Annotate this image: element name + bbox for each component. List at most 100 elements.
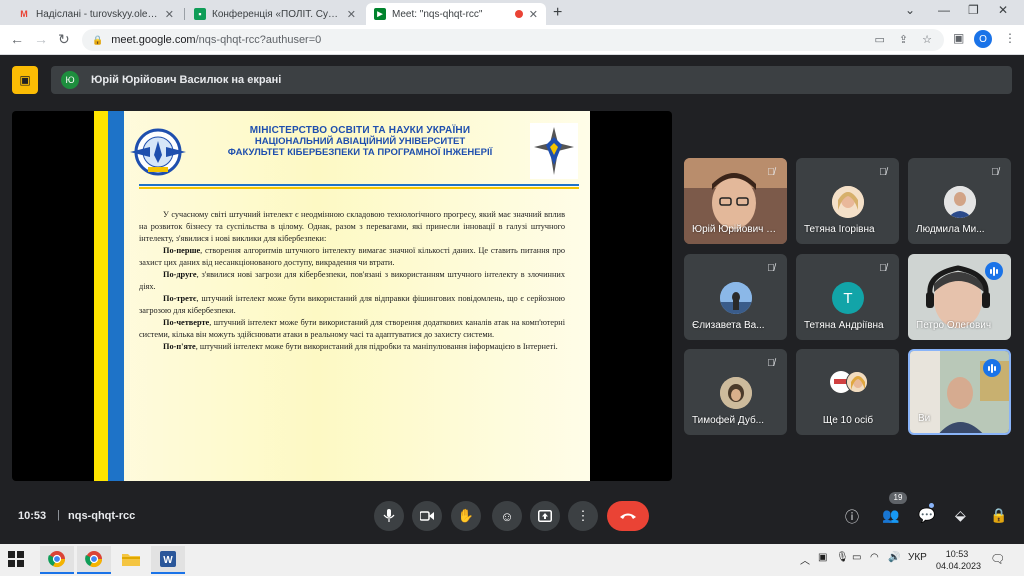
taskbar-file-explorer[interactable] xyxy=(114,546,148,574)
university-logo-icon xyxy=(130,128,186,176)
tray-mic-icon[interactable]: 🎙 xyxy=(836,552,849,563)
volume-icon[interactable]: 🔊 xyxy=(888,552,900,563)
meeting-details-icon[interactable]: ⓘ xyxy=(845,507,859,527)
clock-separator: | xyxy=(57,509,60,521)
taskbar-date: 04.04.2023 xyxy=(936,561,982,571)
participant-tile[interactable]: 🎙̸ Т Тетяна Андріївна xyxy=(796,254,899,340)
notifications-icon[interactable]: 🗨 xyxy=(990,552,1005,566)
slide-point-1: По-перше, створення алгоритмів штучного … xyxy=(139,245,565,269)
point-lead: По-друге xyxy=(163,270,197,279)
participants-icon[interactable]: 👥 xyxy=(882,507,899,524)
raise-hand-icon: ✋ xyxy=(457,508,475,523)
point-text: , створення алгоритмів штучного інтелект… xyxy=(139,246,565,267)
meet-control-bar: 10:53 | nqs-qhqt-rcc ✋ ☺ ⋮ ⓘ 👥 💬 ⬙ 🔒 xyxy=(0,495,1024,539)
presenting-text: Юрій Юрійович Василюк на екрані xyxy=(91,74,282,86)
speaking-indicator-icon xyxy=(983,359,1001,377)
reload-icon[interactable]: ↻ xyxy=(58,31,70,48)
mic-off-icon: 🎙̸ xyxy=(767,357,775,369)
address-bar[interactable]: 🔒 meet.google.com/nqs-qhqt-rcc?authuser=… xyxy=(82,29,944,51)
minimize-icon[interactable]: — xyxy=(938,3,950,17)
microphone-button[interactable] xyxy=(374,501,404,531)
taskbar-word[interactable]: W xyxy=(151,546,185,574)
participant-name: Тетяна Андріївна xyxy=(804,320,884,331)
chat-notification-dot xyxy=(929,503,934,508)
participant-tile-self[interactable]: Ви xyxy=(908,349,1011,435)
point-text: , штучний інтелект може бути використани… xyxy=(195,342,558,351)
present-screen-button[interactable] xyxy=(530,501,560,531)
url-path: /nqs-qhqt-rcc?authuser=0 xyxy=(195,34,322,46)
windows-taskbar: W ︿ ▣ 🎙 ▭ ◠ 🔊 УКР 10:53 04.04.2023 🗨 xyxy=(0,544,1024,576)
menu-kebab-icon[interactable]: ⋮ xyxy=(1004,31,1016,45)
language-indicator[interactable]: УКР xyxy=(908,552,927,563)
participant-tile[interactable]: 🎙̸ Юрій Юрійович Василюк xyxy=(684,158,787,244)
back-icon[interactable]: ← xyxy=(10,31,24,47)
camera-off-indicator-icon[interactable]: ▣ xyxy=(12,66,38,94)
close-tab-icon[interactable]: ✕ xyxy=(529,8,538,21)
participant-tile-group[interactable]: Ще 10 осіб xyxy=(796,349,899,435)
mic-off-icon: 🎙̸ xyxy=(879,166,887,178)
battery-icon[interactable]: ▭ xyxy=(852,552,861,563)
taskbar-chrome-1[interactable] xyxy=(40,546,74,574)
mic-off-icon: 🎙̸ xyxy=(991,166,999,178)
participant-tile[interactable]: 🎙̸ Людмила Ми... xyxy=(908,158,1011,244)
new-tab-button[interactable]: + xyxy=(553,4,562,22)
forward-icon[interactable]: → xyxy=(34,31,48,47)
participant-name: Петро Олегович xyxy=(916,320,992,331)
raise-hand-button[interactable]: ✋ xyxy=(451,501,481,531)
participant-count-badge: 19 xyxy=(889,492,907,504)
taskbar-chrome-2[interactable] xyxy=(77,546,111,574)
slide-point-5: По-п'яте, штучний інтелект може бути вик… xyxy=(139,341,565,353)
point-lead: По-четверте xyxy=(163,318,210,327)
tab-classroom[interactable]: ▪ Конференція «ПОЛІТ. Сучасні пр ✕ xyxy=(186,3,364,25)
taskbar-clock[interactable]: 10:53 04.04.2023 xyxy=(936,548,982,572)
side-panel-icon[interactable]: ▣ xyxy=(953,31,964,45)
mic-off-icon: 🎙̸ xyxy=(767,262,775,274)
point-lead: По-третє xyxy=(163,294,197,303)
participant-tile[interactable]: Петро Олегович xyxy=(908,254,1011,340)
tab-title: Конференція «ПОЛІТ. Сучасні пр xyxy=(212,8,341,20)
svg-text:W: W xyxy=(163,555,173,566)
screen-share-area: МІНІСТЕРСТВО ОСВІТИ ТА НАУКИ УКРАЇНИ НАЦ… xyxy=(12,111,672,481)
taskbar-time: 10:53 xyxy=(945,549,969,559)
tab-meet[interactable]: ▶ Meet: "nqs-qhqt-rcc" ✕ xyxy=(366,3,546,25)
slide-intro: У сучасному світі штучний інтелект є нео… xyxy=(139,210,565,243)
host-controls-icon[interactable]: 🔒 xyxy=(990,507,1007,524)
participant-name: Ви xyxy=(918,413,931,424)
windows-start-icon[interactable] xyxy=(8,551,24,567)
participant-initial-avatar: Т xyxy=(832,282,864,314)
camera-button[interactable] xyxy=(412,501,442,531)
classroom-icon: ▪ xyxy=(194,8,206,20)
chrome-icon xyxy=(85,551,103,568)
wifi-icon[interactable]: ◠ xyxy=(870,552,879,563)
participant-tile[interactable]: 🎙̸ Єлизавета Ва... xyxy=(684,254,787,340)
chat-icon[interactable]: 💬 xyxy=(918,507,935,524)
activities-icon[interactable]: ⬙ xyxy=(955,507,966,524)
restore-icon[interactable]: ❐ xyxy=(968,3,979,17)
close-window-icon[interactable]: ✕ xyxy=(998,3,1008,17)
folder-icon xyxy=(122,554,140,566)
share-icon[interactable]: ⇪ xyxy=(899,33,908,46)
tray-meet-icon[interactable]: ▣ xyxy=(818,552,827,563)
browser-toolbar: ← → ↻ 🔒 meet.google.com/nqs-qhqt-rcc?aut… xyxy=(0,25,1024,55)
close-tab-icon[interactable]: ✕ xyxy=(347,8,356,21)
slide-header-ministry: МІНІСТЕРСТВО ОСВІТИ ТА НАУКИ УКРАЇНИ xyxy=(249,125,471,136)
slide-point-3: По-третє, штучний інтелект може бути вик… xyxy=(139,293,565,317)
lock-icon[interactable]: 🔒 xyxy=(92,35,103,46)
word-icon: W xyxy=(160,551,176,567)
more-options-button[interactable]: ⋮ xyxy=(568,501,598,531)
point-text: , штучний інтелект може бути використани… xyxy=(139,294,565,315)
tab-gmail[interactable]: M Надіслані - turovskyy.oleksandr@ ✕ xyxy=(10,3,182,25)
tab-search-icon[interactable]: ⌄ xyxy=(905,3,915,17)
participant-tile[interactable]: 🎙̸ Тимофей Дуб... xyxy=(684,349,787,435)
leave-call-button[interactable] xyxy=(607,501,649,531)
participant-tile[interactable]: 🎙̸ Тетяна Ігорівна xyxy=(796,158,899,244)
tray-overflow-icon[interactable]: ︿ xyxy=(800,552,810,567)
reactions-button[interactable]: ☺ xyxy=(492,501,522,531)
camera-permission-icon[interactable]: ▭ xyxy=(875,33,885,46)
slide-divider-yellow xyxy=(139,187,579,189)
close-tab-icon[interactable]: ✕ xyxy=(165,8,174,21)
profile-avatar[interactable]: O xyxy=(974,30,992,48)
meet-icon: ▶ xyxy=(374,8,386,20)
bookmark-star-icon[interactable]: ☆ xyxy=(922,33,932,46)
faculty-emblem-icon xyxy=(530,123,578,179)
